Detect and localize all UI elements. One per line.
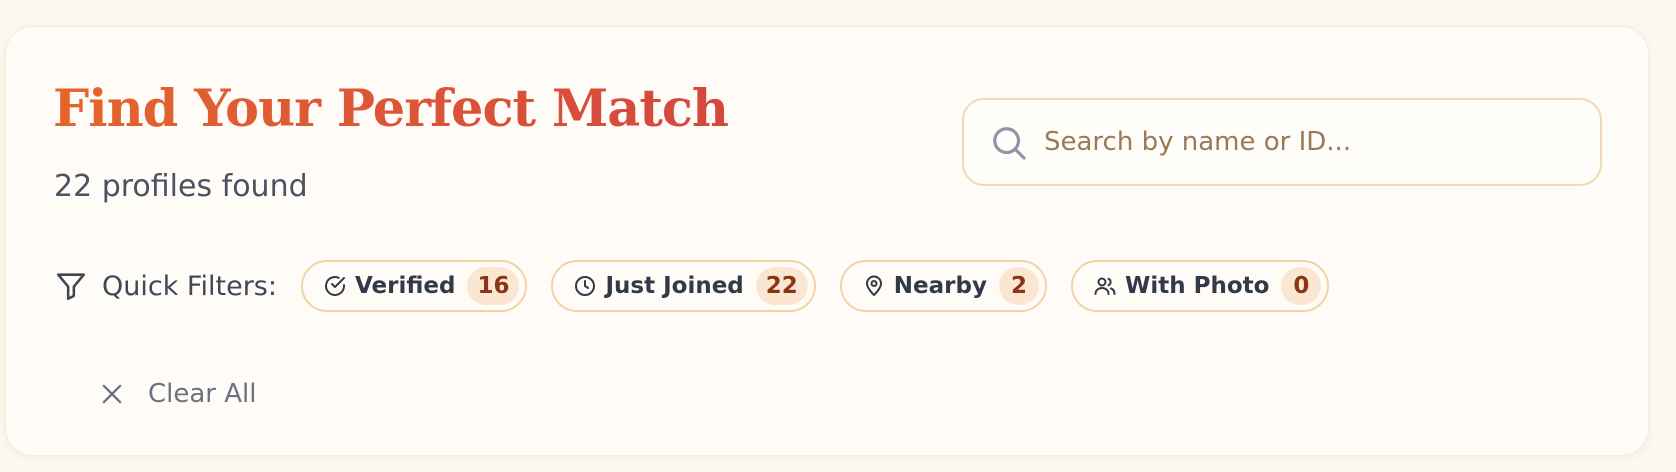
chip-count-badge: 16 (467, 267, 520, 305)
chip-count-badge: 22 (755, 267, 808, 305)
funnel-icon (56, 273, 86, 301)
quick-filters: Quick Filters: Verified 16 Just Joined 2… (54, 259, 1353, 313)
users-icon (1094, 277, 1116, 295)
clear-all-label: Clear All (148, 379, 257, 409)
check-circle-icon (325, 276, 345, 296)
filter-panel: Find Your Perfect Match 22 profiles foun… (5, 26, 1649, 456)
page-title: Find Your Perfect Match (53, 79, 729, 139)
chip-count-badge: 0 (1281, 267, 1322, 305)
chip-count-badge: 2 (998, 267, 1039, 305)
quick-filters-label: Quick Filters: (102, 270, 277, 302)
chip-label: Verified (354, 273, 456, 299)
filter-chip-nearby[interactable]: Nearby 2 (839, 260, 1047, 312)
chip-label: Just Joined (605, 273, 744, 299)
search-input[interactable] (1044, 100, 1584, 184)
search-icon (993, 127, 1026, 160)
filter-chip-with-photo[interactable]: With Photo 0 (1070, 260, 1330, 312)
map-pin-icon (865, 275, 882, 296)
filter-chip-verified[interactable]: Verified 16 (300, 260, 528, 312)
profile-count: 22 profiles found (54, 169, 308, 204)
chip-label: With Photo (1124, 273, 1270, 299)
clock-icon (575, 276, 596, 296)
clear-all-button[interactable]: Clear All (98, 379, 257, 409)
chip-label: Nearby (893, 273, 987, 299)
filter-chip-just-joined[interactable]: Just Joined 22 (551, 260, 816, 312)
close-icon (102, 384, 122, 404)
search-box[interactable] (962, 98, 1602, 186)
